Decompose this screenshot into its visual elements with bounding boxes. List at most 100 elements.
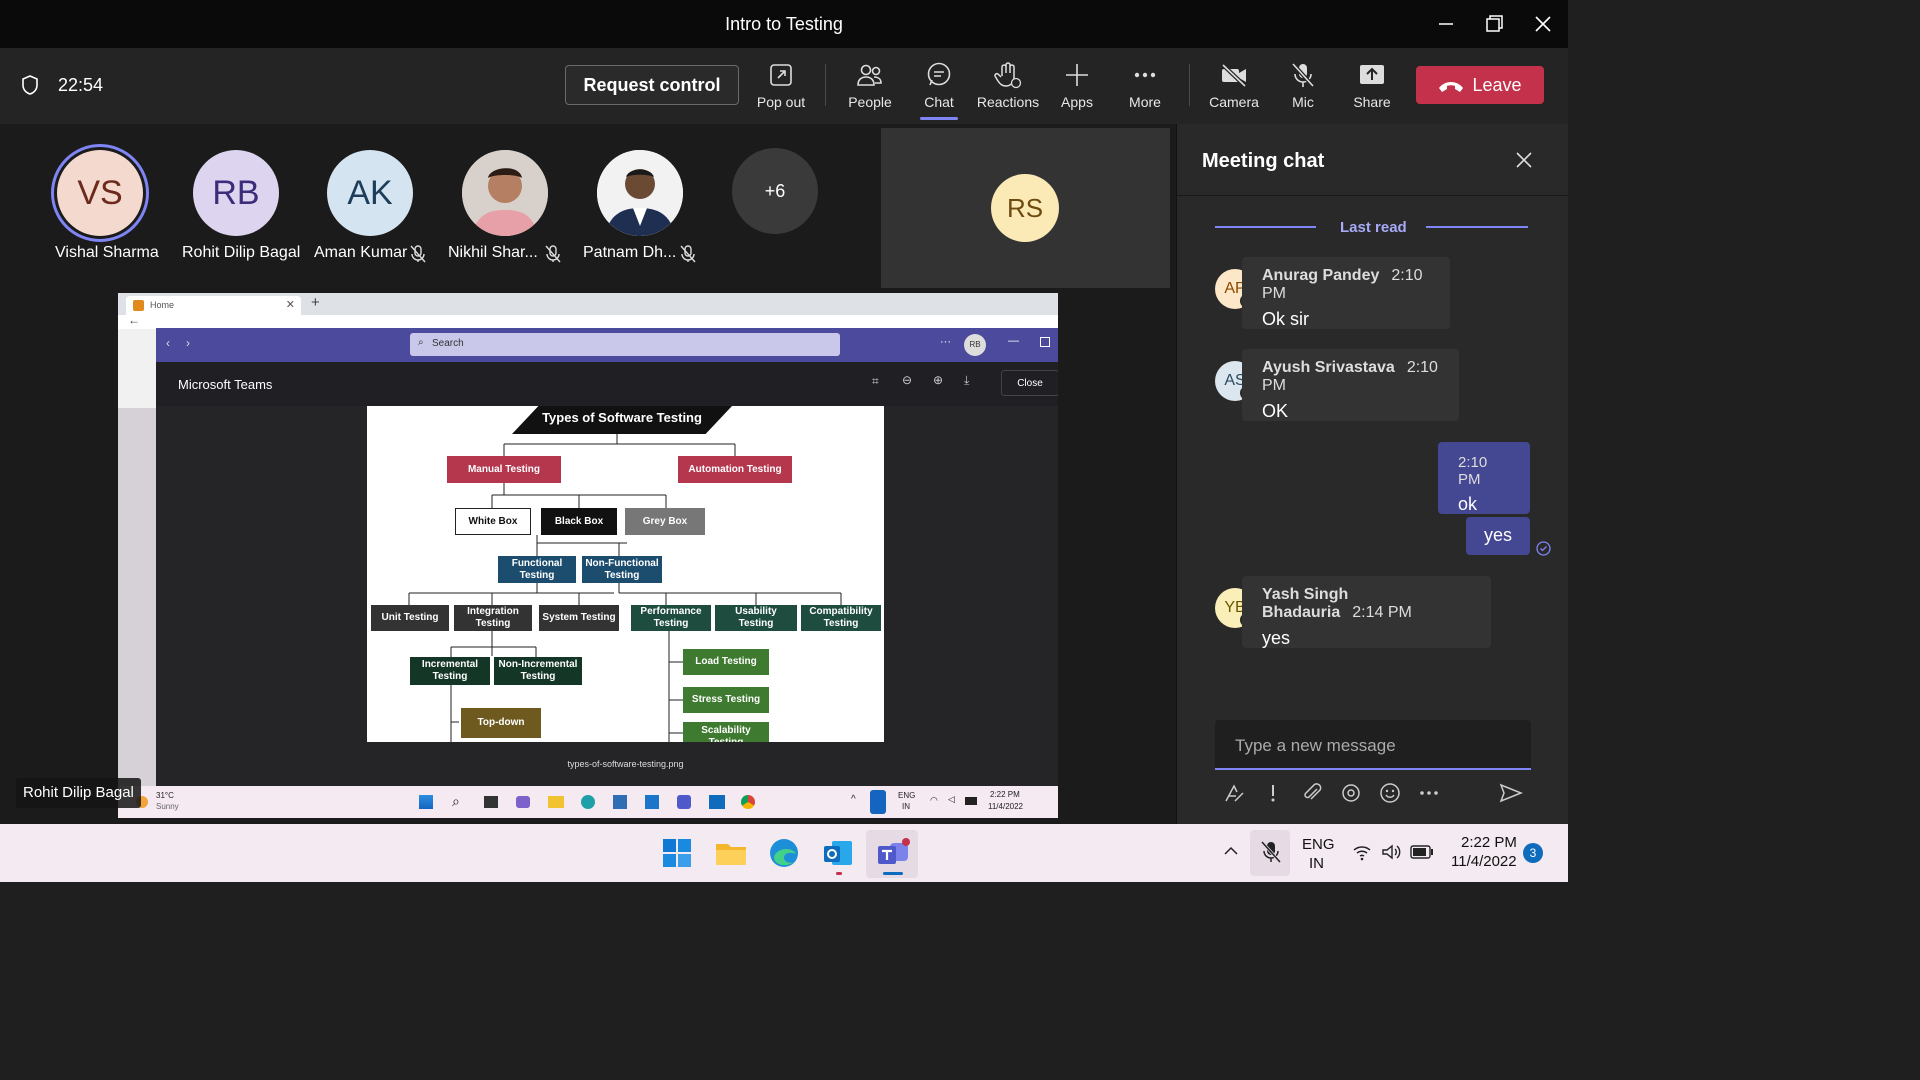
apps-button[interactable]: Apps [1042, 60, 1112, 110]
teams-icon[interactable] [876, 837, 910, 869]
title-bar: Intro to Testing [0, 0, 1568, 48]
close-chat-icon[interactable] [1514, 150, 1534, 170]
wifi-icon[interactable]: ◠ [930, 795, 938, 806]
windows-start-icon[interactable] [419, 795, 433, 809]
mic-icon[interactable] [870, 790, 886, 814]
new-tab-icon[interactable]: + [311, 294, 320, 311]
reactions-button[interactable]: Reactions [973, 60, 1043, 110]
file-explorer-icon[interactable] [715, 839, 747, 867]
self-video-tile[interactable]: RS [881, 128, 1170, 288]
search-icon[interactable]: ⌕ [452, 793, 460, 810]
participant-tile[interactable]: VS [51, 144, 149, 242]
forward-icon[interactable]: › [186, 336, 190, 350]
store-icon[interactable] [613, 795, 627, 809]
teams-icon[interactable] [677, 795, 691, 809]
close-viewer-button[interactable]: Close [1001, 370, 1058, 396]
participant-tile[interactable] [462, 150, 548, 236]
loop-icon[interactable] [1340, 782, 1362, 804]
chevron-up-icon[interactable]: ^ [851, 794, 856, 805]
edge-icon[interactable] [768, 837, 800, 869]
avatar: RS [991, 174, 1059, 242]
important-icon[interactable] [1262, 782, 1284, 804]
minimize-icon[interactable]: — [1008, 335, 1019, 347]
chrome-icon[interactable] [741, 795, 755, 809]
browser-tab[interactable]: Home ✕ [126, 296, 301, 315]
back-icon[interactable]: ‹ [166, 336, 170, 350]
node-white-box: White Box [455, 508, 531, 535]
outlook-icon[interactable] [709, 795, 725, 809]
chevron-up-icon[interactable] [1222, 842, 1240, 860]
outlook-icon[interactable] [822, 837, 854, 869]
more-icon [1110, 60, 1180, 90]
windows-start-icon[interactable] [662, 838, 692, 868]
back-icon[interactable]: ← [128, 313, 140, 327]
node-functional-testing: Functional Testing [498, 556, 576, 583]
format-icon[interactable] [1223, 782, 1245, 804]
minimize-icon[interactable] [1434, 12, 1458, 36]
weather-temp: 31°C [156, 791, 174, 800]
node-stress-testing: Stress Testing [683, 687, 769, 713]
chat-message: Yash Singh Bhadauria 2:14 PM yes [1242, 576, 1491, 648]
mic-button[interactable]: Mic [1268, 60, 1338, 110]
edge-icon[interactable] [581, 795, 595, 809]
zoom-out-icon[interactable]: ⊖ [902, 373, 912, 387]
mic-off-icon[interactable] [1260, 840, 1282, 864]
tab-close-icon[interactable]: ✕ [286, 298, 295, 311]
people-button[interactable]: People [835, 60, 905, 110]
site-favicon-icon [133, 300, 144, 311]
more-button[interactable]: More [1110, 60, 1180, 110]
close-icon[interactable] [1531, 12, 1555, 36]
restore-icon[interactable] [1482, 12, 1506, 36]
node-non-incremental-testing: Non-Incremental Testing [494, 657, 582, 685]
node-incremental-testing: Incremental Testing [410, 657, 490, 685]
zoom-in-icon[interactable]: ⊕ [933, 373, 943, 387]
battery-icon[interactable] [965, 797, 977, 805]
node-usability-testing: Usability Testing [715, 605, 797, 631]
chat-button[interactable]: Chat [904, 60, 974, 120]
avatar[interactable]: RB [964, 334, 986, 356]
participant-tile[interactable] [597, 150, 683, 236]
weather-desc: Sunny [156, 802, 179, 811]
clock-date[interactable]: 11/4/2022 [1451, 853, 1517, 870]
language-indicator[interactable]: ENG [1302, 836, 1335, 853]
share-screen-icon [1337, 60, 1407, 90]
windows-taskbar: ENG IN 2:22 PM 11/4/2022 3 [0, 824, 1568, 882]
more-options-icon[interactable] [1418, 782, 1440, 804]
participant-tile[interactable]: RB [193, 150, 279, 236]
clock-time[interactable]: 2:22 PM [1461, 834, 1517, 851]
battery-icon[interactable] [1410, 845, 1434, 859]
pop-out-button[interactable]: Pop out [746, 60, 816, 110]
attach-icon[interactable] [1301, 782, 1323, 804]
participant-tile[interactable]: AK [327, 150, 413, 236]
node-automation-testing: Automation Testing [678, 456, 792, 483]
camera-button[interactable]: Camera [1199, 60, 1269, 110]
camera-off-icon [1199, 60, 1269, 90]
chat-message: Ayush Srivastava 2:10 PM OK [1242, 349, 1459, 421]
chat-app-icon[interactable] [516, 796, 530, 808]
browser-tab-strip: Home ✕ + [118, 293, 1058, 315]
chat-message-self: yes [1466, 517, 1530, 555]
more-participants-button[interactable]: +6 [732, 148, 818, 234]
leave-button[interactable]: Leave [1416, 66, 1544, 104]
emoji-icon[interactable] [1379, 782, 1401, 804]
crop-icon[interactable]: ⌗ [872, 374, 879, 389]
compose-input[interactable]: Type a new message [1215, 720, 1531, 770]
request-control-button[interactable]: Request control [565, 65, 739, 105]
volume-icon[interactable]: ◁ [948, 794, 955, 805]
download-icon[interactable]: ⤓ [964, 373, 969, 388]
send-icon[interactable] [1499, 782, 1523, 804]
avatar: AK [327, 150, 413, 236]
participant-name: Rohit Dilip Bagal [182, 244, 301, 261]
maximize-icon[interactable] [1040, 337, 1050, 347]
people-icon [835, 60, 905, 90]
wifi-icon[interactable] [1352, 843, 1372, 861]
notification-badge[interactable]: 3 [1523, 843, 1543, 863]
settings-app-icon[interactable] [645, 795, 659, 809]
volume-icon[interactable] [1381, 843, 1401, 861]
share-button[interactable]: Share [1337, 60, 1407, 110]
phone-hangup-icon [1438, 79, 1464, 93]
teams-search-input[interactable]: ⌕ Search [410, 333, 840, 356]
file-explorer-icon[interactable] [548, 796, 564, 808]
more-icon[interactable]: ··· [940, 336, 951, 348]
task-view-icon[interactable] [484, 796, 498, 808]
